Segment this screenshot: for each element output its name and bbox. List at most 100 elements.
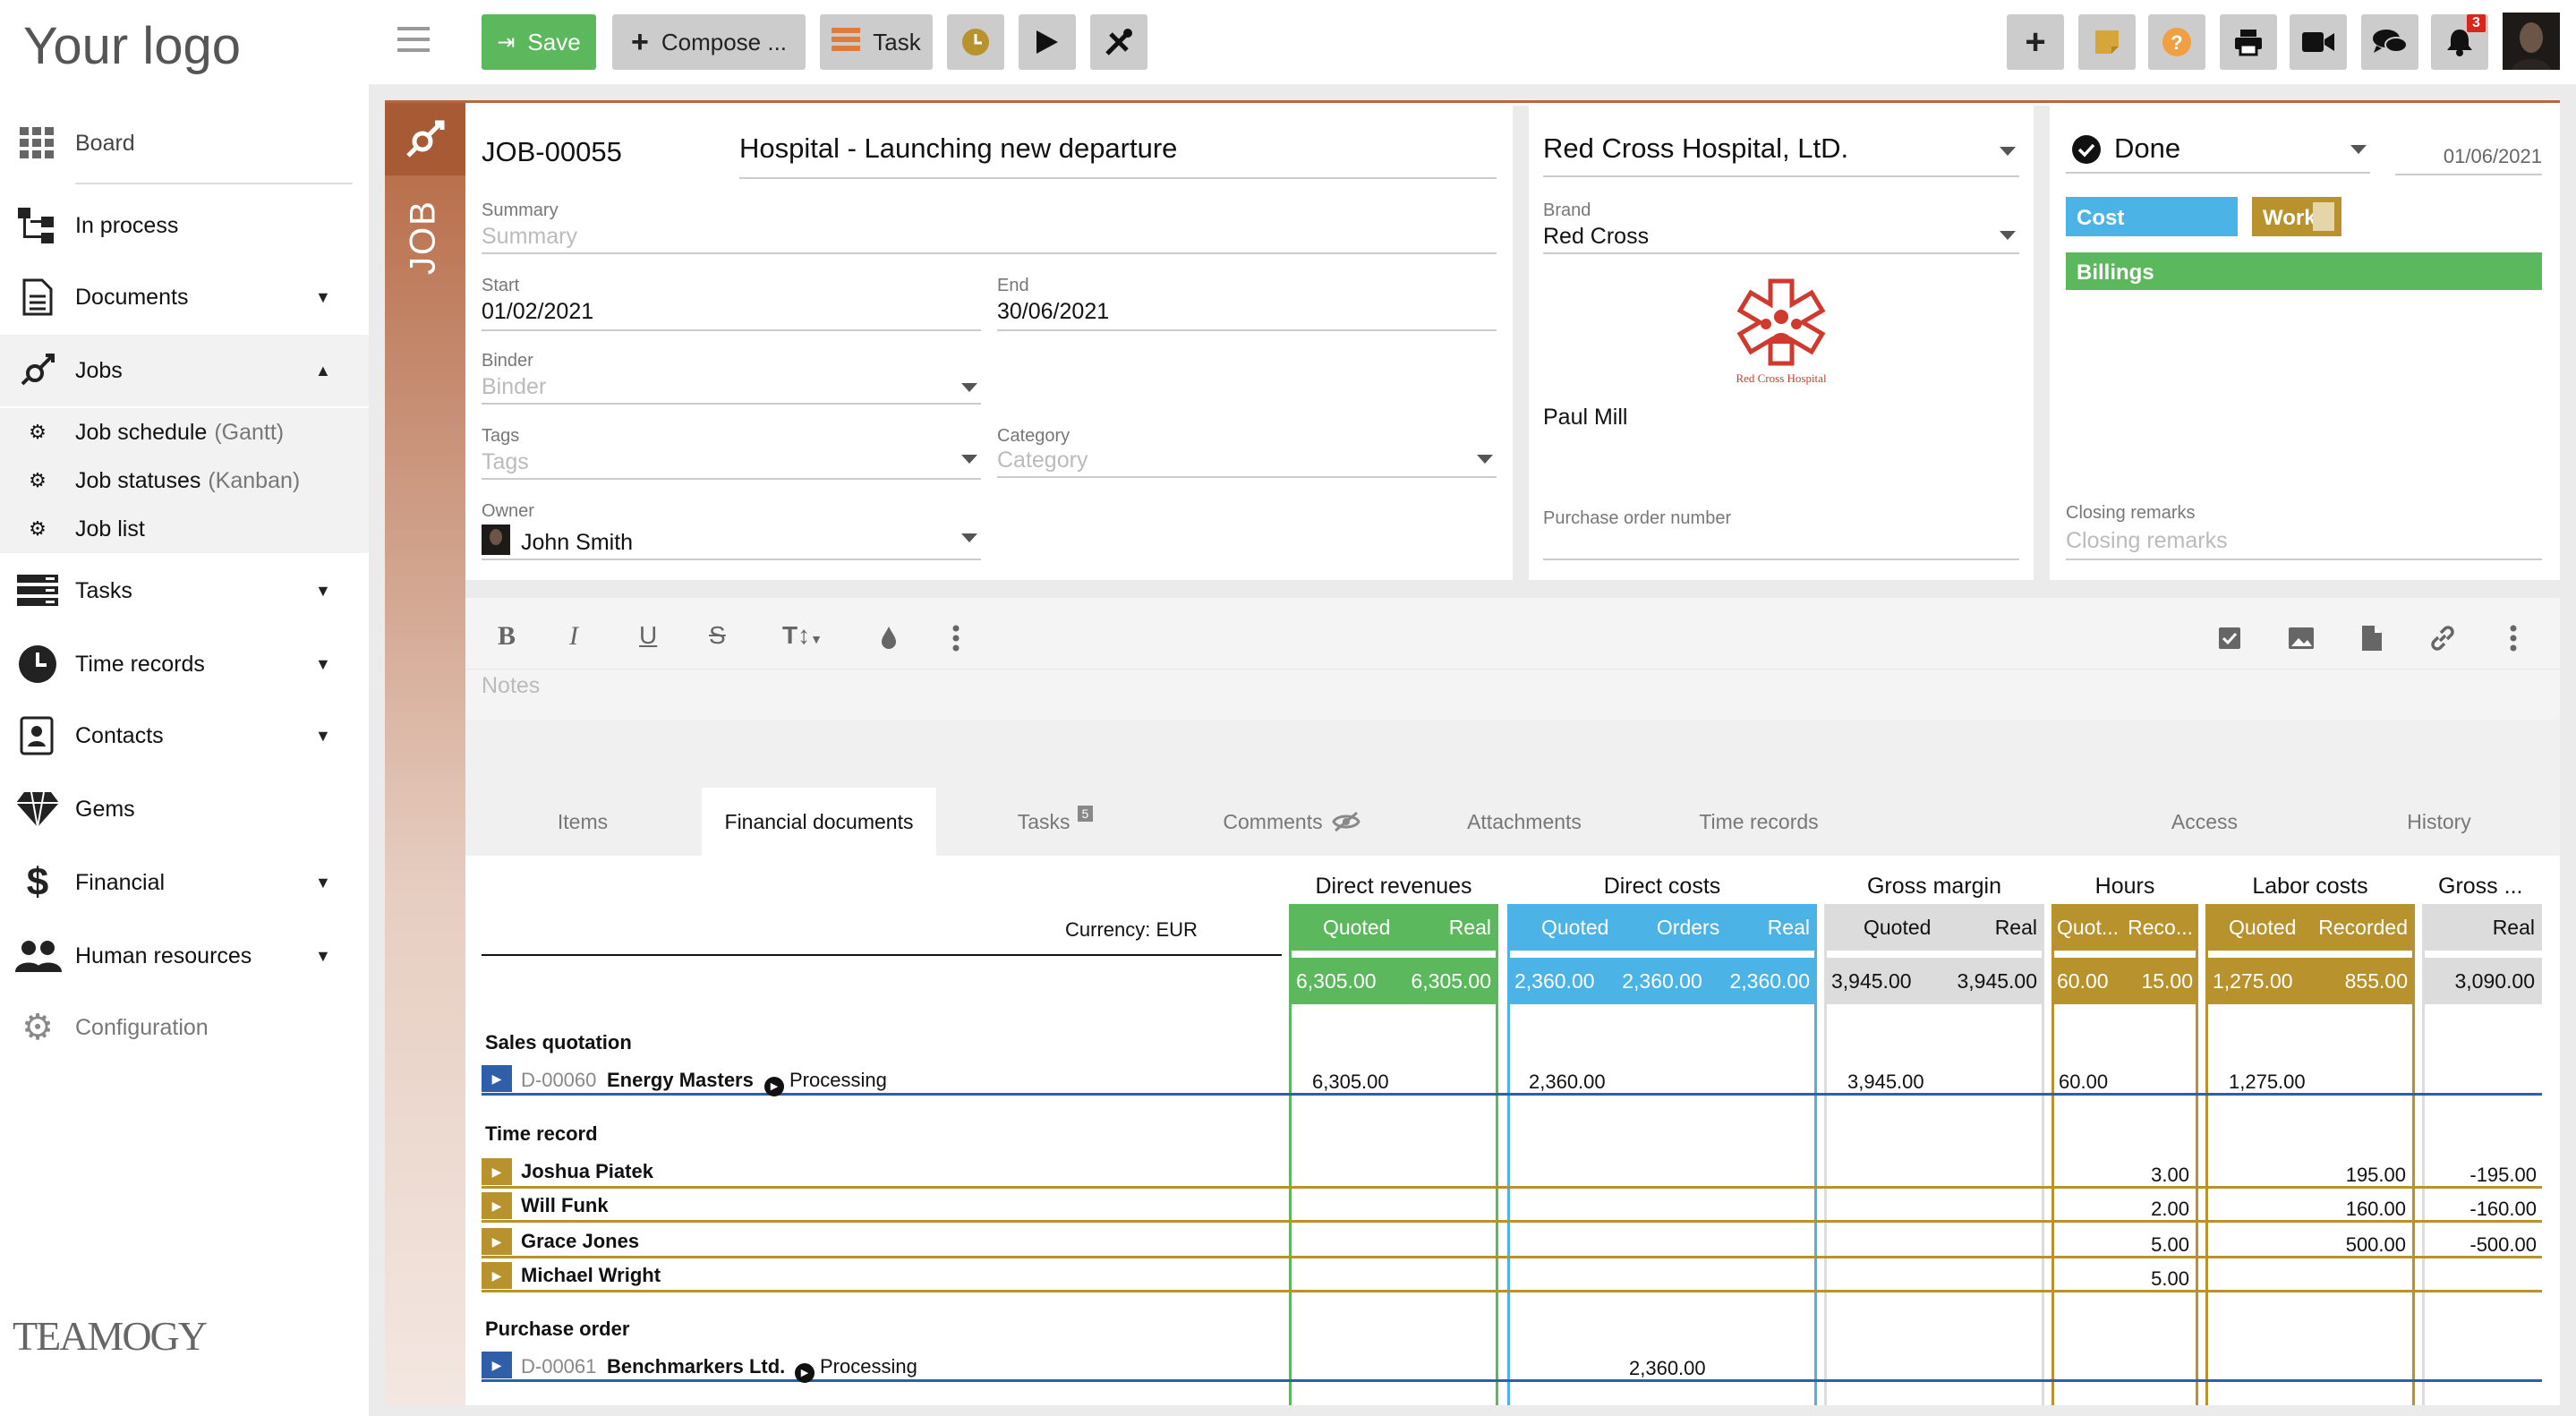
expand-icon[interactable]: ▶ <box>482 1262 512 1289</box>
tab-access[interactable]: Access <box>2087 788 2322 856</box>
tags-select[interactable]: Tags <box>482 449 981 480</box>
status-select[interactable]: Done <box>2066 125 2370 174</box>
expand-icon[interactable]: ▶ <box>482 1228 512 1255</box>
section-time-record: Time record <box>485 1122 598 1145</box>
table-row[interactable]: ▶ D-00061 Benchmarkers Ltd. ▶ Processing … <box>482 1352 2542 1383</box>
work-progress-fill <box>2313 202 2334 231</box>
sidebar-subitem-job-schedule[interactable]: ⚙ Job schedule (Gantt) <box>0 408 369 456</box>
sidebar-item-board[interactable]: Board <box>0 107 369 179</box>
print-button[interactable] <box>2220 14 2277 70</box>
tab-attachments[interactable]: Attachments <box>1407 788 1642 856</box>
tab-time-records[interactable]: Time records <box>1642 788 1876 856</box>
clock-icon <box>962 29 989 55</box>
expand-icon[interactable]: ▶ <box>482 1065 512 1092</box>
task-button[interactable]: Task <box>820 14 933 70</box>
sidebar-item-label: Financial <box>75 869 166 895</box>
hamburger-icon[interactable] <box>397 25 437 57</box>
cell-gross2-real: -500.00 <box>2469 1233 2537 1256</box>
table-row[interactable]: ▶ Michael Wright 5.00 <box>482 1262 2542 1292</box>
tab-history[interactable]: History <box>2322 788 2556 856</box>
timer-button[interactable] <box>947 14 1004 70</box>
checkbox-icon[interactable] <box>2218 627 2241 654</box>
caret-up-icon: ▲ <box>315 361 331 380</box>
job-title: Hospital - Launching new departure <box>739 132 1178 164</box>
sidebar-item-contacts[interactable]: Contacts ▼ <box>0 700 369 772</box>
more-vertical-icon[interactable] <box>2510 625 2517 656</box>
col-quoted: Quoted <box>2229 915 2297 939</box>
sidebar-item-financial[interactable]: $ Financial ▼ <box>0 847 369 918</box>
tab-tasks[interactable]: Tasks 5 <box>938 788 1173 856</box>
table-row[interactable]: ▶ D-00060 Energy Masters ▶ Processing 6,3… <box>482 1065 2542 1096</box>
italic-icon[interactable]: I <box>569 621 578 652</box>
tab-items[interactable]: Items <box>465 788 700 856</box>
billings-badge[interactable]: Billings <box>2066 252 2542 290</box>
notes-editor[interactable]: Notes <box>465 670 2560 720</box>
start-date-field[interactable]: 01/02/2021 <box>482 299 981 331</box>
expand-icon[interactable]: ▶ <box>482 1192 512 1219</box>
strikethrough-icon[interactable]: S <box>709 621 726 650</box>
bold-icon[interactable]: B <box>498 621 516 652</box>
cell-lc-recorded: 500.00 <box>2345 1233 2406 1256</box>
binder-select[interactable]: Binder <box>482 374 981 405</box>
table-row[interactable]: ▶ Grace Jones 5.00 500.00 -500.00 <box>482 1228 2542 1258</box>
text-size-icon[interactable]: T↕▼ <box>782 621 823 650</box>
tab-label: Time records <box>1699 809 1819 833</box>
add-button[interactable]: + <box>2007 14 2064 70</box>
sidebar-item-time-records[interactable]: Time records ▼ <box>0 628 369 700</box>
expand-icon[interactable]: ▶ <box>482 1352 512 1378</box>
status-date-field[interactable]: 01/06/2021 <box>2395 136 2542 175</box>
chat-button[interactable] <box>2361 14 2418 70</box>
job-title-field[interactable]: Hospital - Launching new departure <box>739 132 1497 179</box>
compose-button[interactable]: + Compose ... <box>612 14 806 70</box>
sidebar-item-tasks[interactable]: Tasks ▼ <box>0 555 369 627</box>
category-select[interactable]: Category <box>997 448 1497 478</box>
summary-field[interactable]: Summary <box>482 224 1497 254</box>
table-row[interactable]: ▶ Joshua Piatek 3.00 195.00 -195.00 <box>482 1158 2542 1189</box>
job-id: JOB-00055 <box>482 136 622 167</box>
end-date-field[interactable]: 30/06/2021 <box>997 299 1497 331</box>
cost-badge[interactable]: Cost <box>2066 197 2238 236</box>
help-button[interactable]: ? <box>2148 14 2205 70</box>
work-badge[interactable]: Work <box>2252 197 2341 236</box>
currency-label: Currency: EUR <box>1065 918 1198 941</box>
save-button[interactable]: ⇥ Save <box>482 14 596 70</box>
tools-button[interactable] <box>1090 14 1147 70</box>
sidebar-item-jobs[interactable]: Jobs ▲ <box>0 335 369 406</box>
video-button[interactable] <box>2290 14 2347 70</box>
more-vertical-icon[interactable] <box>952 625 960 656</box>
avatar[interactable] <box>2503 13 2560 70</box>
owner-select[interactable]: John Smith <box>482 525 981 560</box>
cell-dr-quoted: 6,305.00 <box>1312 1071 1389 1093</box>
play-button[interactable] <box>1019 14 1076 70</box>
table-row[interactable]: ▶ Will Funk 2.00 160.00 -160.00 <box>482 1192 2542 1223</box>
total-quoted: 6,305.00 <box>1296 968 1377 993</box>
caret-down-icon: ▼ <box>315 873 331 891</box>
po-number-field[interactable] <box>1543 528 2019 560</box>
col-recorded: Recorded <box>2318 915 2408 939</box>
total-quoted: 60.00 <box>2057 968 2109 993</box>
sidebar-item-configuration[interactable]: ⚙ Configuration <box>0 992 369 1063</box>
sidebar-item-gems[interactable]: Gems <box>0 773 369 845</box>
tab-financial-documents[interactable]: Financial documents <box>702 788 936 856</box>
closing-remarks-field[interactable]: Closing remarks <box>2066 528 2542 560</box>
sidebar-item-human-resources[interactable]: Human resources ▼ <box>0 920 369 992</box>
underline-icon[interactable]: U <box>639 621 657 650</box>
sidebar-subitem-job-list[interactable]: ⚙ Job list <box>0 505 369 553</box>
client-contact[interactable]: Paul Mill <box>1543 405 1627 431</box>
sidebar-item-label: Board <box>75 130 135 156</box>
link-icon[interactable] <box>2429 625 2456 656</box>
file-icon[interactable] <box>2361 625 2383 656</box>
note-button[interactable] <box>2078 14 2136 70</box>
col-quoted: Quoted <box>1864 915 1932 939</box>
sidebar-item-in-process[interactable]: In process <box>0 190 369 261</box>
brand-select[interactable]: Red Cross <box>1543 224 2019 254</box>
sidebar-subitem-job-statuses[interactable]: ⚙ Job statuses (Kanban) <box>0 456 369 505</box>
sidebar-item-documents[interactable]: Documents ▼ <box>0 261 369 333</box>
image-icon[interactable] <box>2288 627 2315 654</box>
doc-party: Benchmarkers Ltd. <box>607 1355 786 1378</box>
client-select[interactable]: Red Cross Hospital, LtD. <box>1543 125 2019 177</box>
tab-comments[interactable]: Comments <box>1174 788 1409 856</box>
notifications-button[interactable]: 3 <box>2431 14 2488 70</box>
color-drop-icon[interactable] <box>879 625 899 654</box>
expand-icon[interactable]: ▶ <box>482 1158 512 1185</box>
